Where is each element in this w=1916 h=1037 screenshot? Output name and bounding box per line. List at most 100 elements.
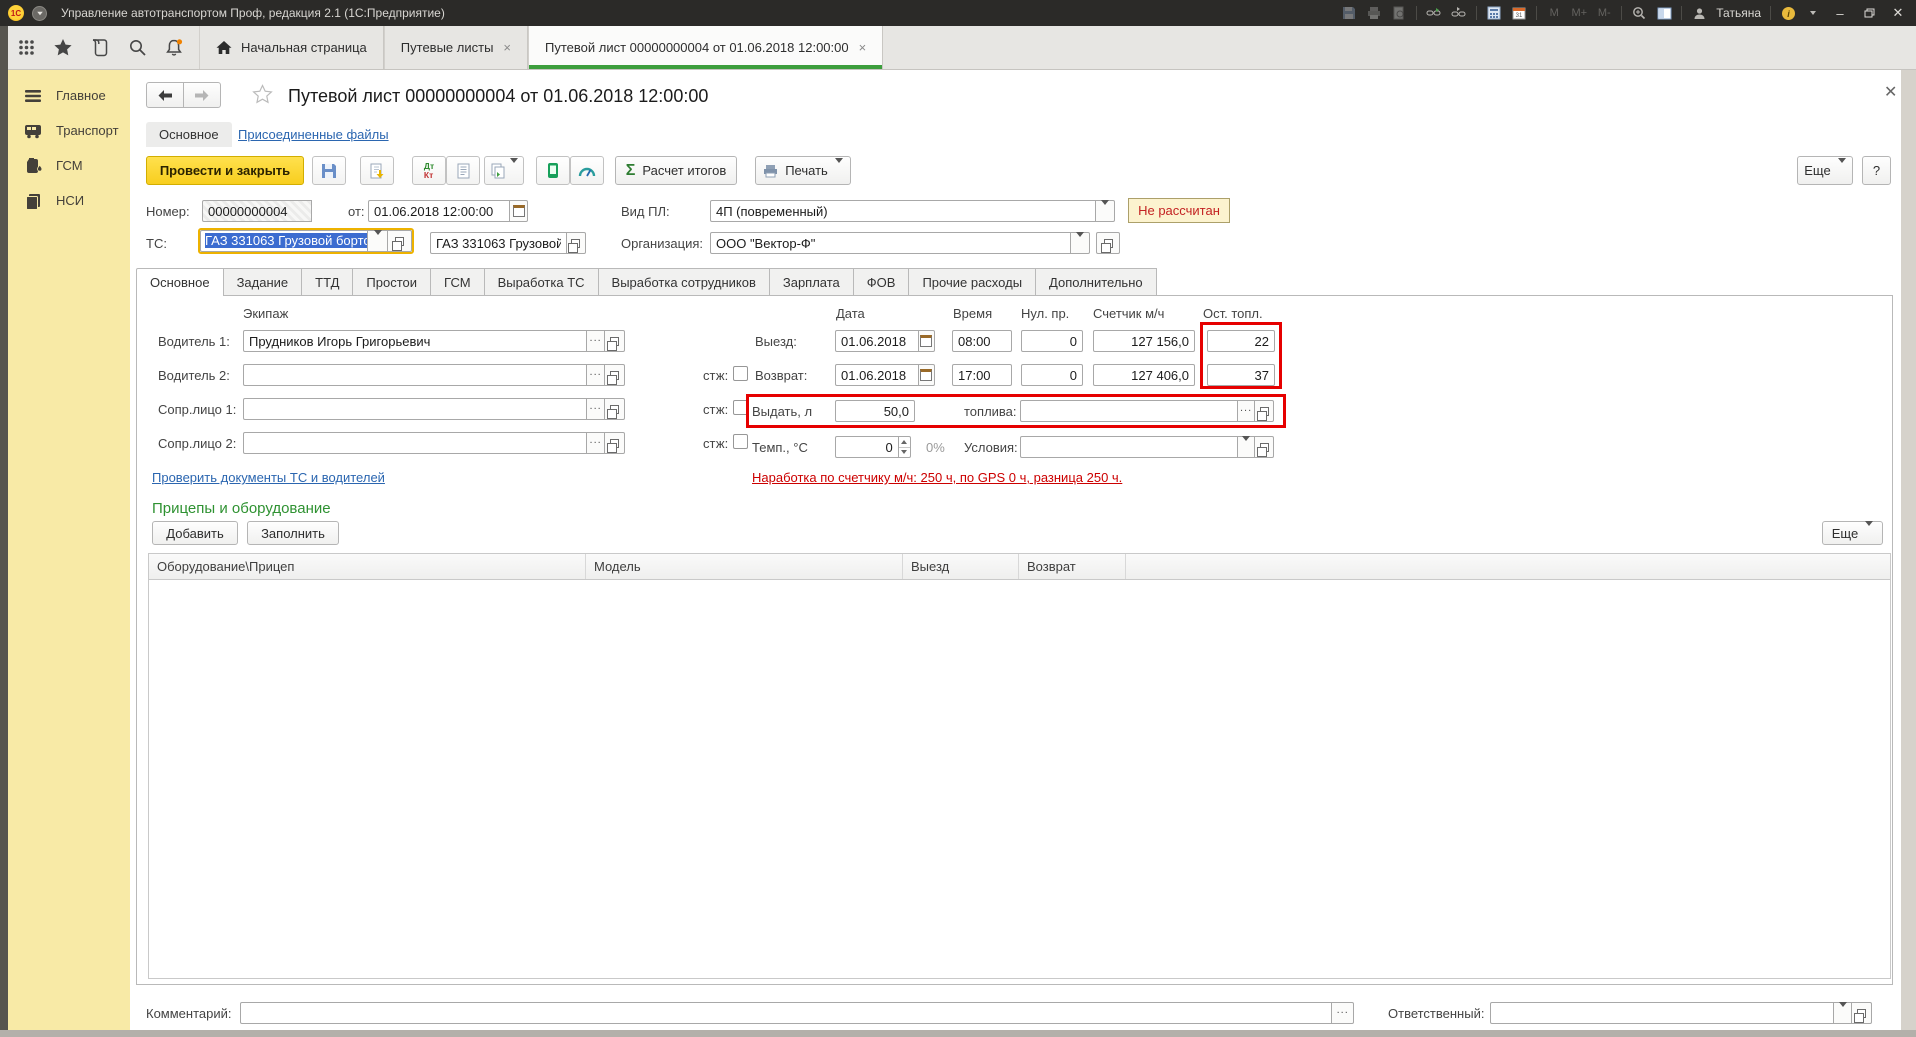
split-window-icon[interactable] (1656, 4, 1672, 22)
preview-icon[interactable] (1391, 4, 1407, 22)
info-icon[interactable]: i (1780, 4, 1796, 22)
fuel-type-open-button[interactable] (1255, 400, 1274, 422)
tab-close-icon[interactable]: × (503, 40, 511, 55)
app-logo-1c-icon[interactable]: 1С (8, 5, 24, 21)
get-link-icon[interactable] (1426, 4, 1442, 22)
responsible-open-button[interactable] (1852, 1002, 1872, 1024)
driver1-input[interactable] (243, 330, 587, 352)
save-button[interactable] (312, 156, 346, 185)
organization-dropdown-button[interactable] (1071, 232, 1090, 254)
close-icon[interactable]: ✕ (1888, 5, 1908, 21)
inner-tab-other-expenses[interactable]: Прочие расходы (909, 268, 1036, 296)
history-icon[interactable] (90, 38, 110, 58)
depart-date-calendar-button[interactable] (919, 330, 935, 352)
escort1-open-button[interactable] (605, 398, 625, 420)
inner-tab-salary[interactable]: Зарплата (770, 268, 854, 296)
escort2-stzh-checkbox[interactable] (733, 434, 748, 449)
conditions-select[interactable] (1020, 436, 1238, 458)
calculator-icon[interactable] (1486, 4, 1502, 22)
fuel-type-input[interactable] (1020, 400, 1238, 422)
trailers-table-body[interactable] (149, 580, 1890, 978)
calc-totals-button[interactable]: Σ Расчет итогов (615, 156, 737, 185)
inner-tab-downtime[interactable]: Простои (353, 268, 431, 296)
vehicle-copy-open-button[interactable] (567, 232, 586, 254)
view-tab-main[interactable]: Основное (146, 122, 232, 147)
document-datetime-input[interactable] (368, 200, 510, 222)
driver2-select-button[interactable] (587, 364, 605, 386)
vehicle-input[interactable]: ГАЗ 331063 Грузовой борто (200, 230, 368, 252)
notifications-bell-icon[interactable] (164, 38, 184, 58)
responsible-dropdown-button[interactable] (1834, 1002, 1852, 1024)
waybill-type-dropdown-button[interactable] (1096, 200, 1115, 222)
sidebar-item-main[interactable]: Главное (8, 78, 130, 113)
vehicle-open-button[interactable] (388, 230, 412, 252)
inner-tab-task[interactable]: Задание (224, 268, 303, 296)
search-icon[interactable] (127, 38, 147, 58)
tab-close-icon[interactable]: × (859, 40, 867, 55)
conditions-open-button[interactable] (1255, 436, 1274, 458)
inner-tab-ttd[interactable]: ТТД (302, 268, 353, 296)
help-button[interactable]: ? (1862, 156, 1891, 185)
user-icon[interactable] (1691, 4, 1707, 22)
driver1-select-button[interactable] (587, 330, 605, 352)
escort2-input[interactable] (243, 432, 587, 454)
escort2-open-button[interactable] (605, 432, 625, 454)
form-close-icon[interactable]: ✕ (1884, 82, 1897, 102)
number-input[interactable] (202, 200, 312, 222)
driver2-stzh-checkbox[interactable] (733, 366, 748, 381)
inner-tab-fuel[interactable]: ГСМ (431, 268, 485, 296)
conditions-dropdown-button[interactable] (1238, 436, 1255, 458)
attached-files-link[interactable]: Присоединенные файлы (238, 127, 389, 142)
return-date-calendar-button[interactable] (919, 364, 935, 386)
memory-minus-button[interactable]: M- (1596, 4, 1612, 22)
escort1-select-button[interactable] (587, 398, 605, 420)
depart-zero-run-input[interactable] (1021, 330, 1083, 352)
fuel-type-select-button[interactable] (1238, 400, 1255, 422)
menu-grid-icon[interactable] (16, 38, 36, 58)
inner-tab-main[interactable]: Основное (136, 268, 224, 296)
depart-meter-input[interactable] (1093, 330, 1195, 352)
save-icon[interactable] (1341, 4, 1357, 22)
waybill-type-select[interactable] (710, 200, 1096, 222)
driver2-input[interactable] (243, 364, 587, 386)
document-journal-button[interactable] (446, 156, 480, 185)
escort1-input[interactable] (243, 398, 587, 420)
return-time-input[interactable] (952, 364, 1012, 386)
sidebar-item-fuel[interactable]: ГСМ (8, 148, 130, 183)
more-button-table[interactable]: Еще (1822, 521, 1883, 545)
go-link-icon[interactable] (1451, 4, 1467, 22)
minimize-icon[interactable]: – (1830, 6, 1850, 21)
print-button[interactable]: Печать (755, 156, 851, 185)
temp-spinner[interactable] (899, 436, 911, 458)
comment-input[interactable] (240, 1002, 1332, 1024)
return-meter-input[interactable] (1093, 364, 1195, 386)
driver1-open-button[interactable] (605, 330, 625, 352)
inner-tab-additional[interactable]: Дополнительно (1036, 268, 1157, 296)
organization-select[interactable] (710, 232, 1071, 254)
calendar-picker-button[interactable] (510, 200, 528, 222)
vehicle-copy-input[interactable] (430, 232, 567, 254)
driver2-open-button[interactable] (605, 364, 625, 386)
print-icon[interactable] (1366, 4, 1382, 22)
add-row-button[interactable]: Добавить (152, 521, 238, 545)
system-menu-button[interactable] (32, 6, 47, 21)
responsible-select[interactable] (1490, 1002, 1834, 1024)
sidebar-item-transport[interactable]: Транспорт (8, 113, 130, 148)
more-button-top[interactable]: Еще (1797, 156, 1853, 185)
meter-warning-link[interactable]: Наработка по счетчику м/ч: 250 ч, по GPS… (752, 470, 1122, 485)
nav-back-button[interactable] (146, 82, 184, 108)
favorites-star-icon[interactable] (53, 38, 73, 58)
return-zero-run-input[interactable] (1021, 364, 1083, 386)
temp-input[interactable] (835, 436, 899, 458)
sidebar-item-nsi[interactable]: НСИ (8, 183, 130, 218)
organization-open-button[interactable] (1096, 232, 1120, 254)
memory-button[interactable]: M (1546, 4, 1562, 22)
escort1-stzh-checkbox[interactable] (733, 400, 748, 415)
memory-plus-button[interactable]: M+ (1571, 4, 1587, 22)
gauge-button[interactable] (570, 156, 604, 185)
escort2-select-button[interactable] (587, 432, 605, 454)
inner-tab-fov[interactable]: ФОВ (854, 268, 910, 296)
tab-waybill-list[interactable]: Путевые листы × (384, 26, 528, 69)
zoom-icon[interactable] (1631, 4, 1647, 22)
post-and-close-button[interactable]: Провести и закрыть (146, 156, 304, 185)
